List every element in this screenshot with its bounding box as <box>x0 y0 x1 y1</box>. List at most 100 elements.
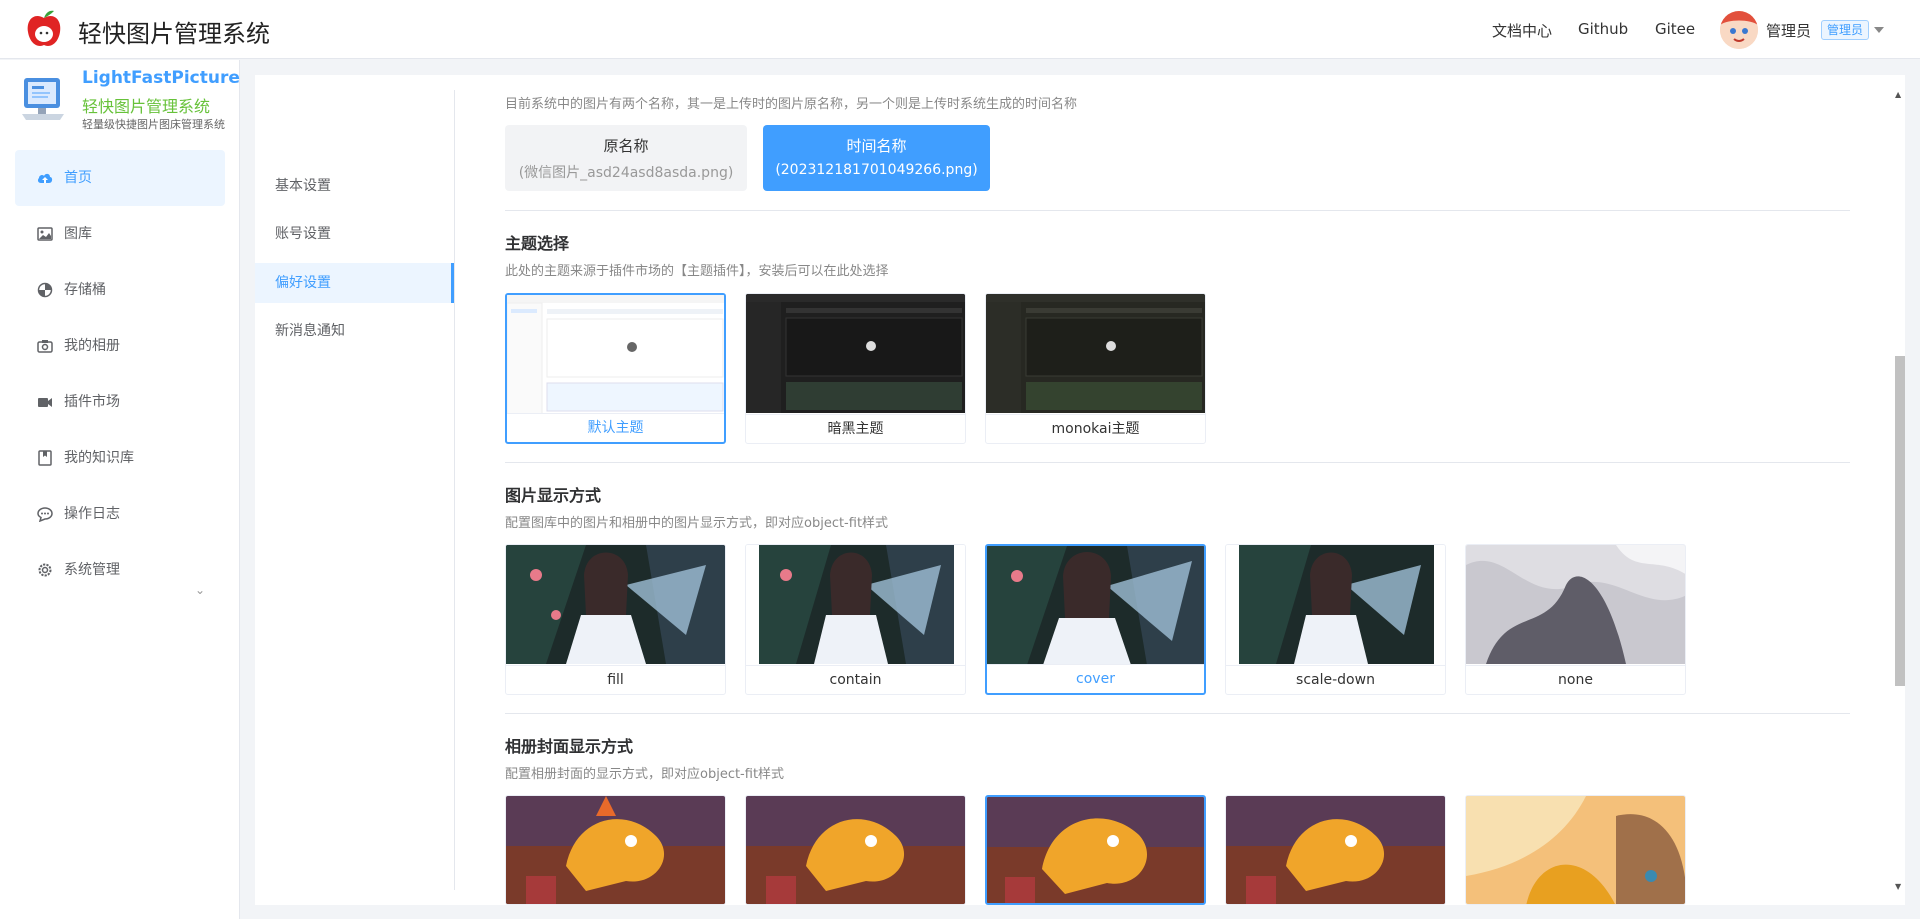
theme-card-monokai[interactable]: monokai主题 <box>985 293 1206 444</box>
dragon-artwork-icon <box>506 796 725 904</box>
theme-label: 默认主题 <box>507 413 724 442</box>
option-sample: (20231218170104926​6.png) <box>775 162 978 178</box>
character-artwork-icon <box>746 545 965 664</box>
sidebar-item-gallery[interactable]: 图库 <box>15 206 225 262</box>
chevron-down-icon: ⌄ <box>195 583 206 597</box>
sidebar-item-logs[interactable]: 操作日志 <box>15 486 225 542</box>
cover-card[interactable] <box>1465 795 1686 905</box>
scroll-down-icon[interactable]: ▼ <box>1895 882 1901 891</box>
content-scrollbar[interactable]: ▲ ▼ <box>1893 90 1905 895</box>
fit-card-scale-down[interactable]: scale-down <box>1225 544 1446 695</box>
gitee-link[interactable]: Gitee <box>1655 20 1695 38</box>
sidebar-item-label: 图库 <box>64 226 92 242</box>
fit-preview-image <box>506 545 725 664</box>
fabric-closeup-icon <box>1466 545 1685 664</box>
dragon-closeup-icon <box>1466 796 1685 904</box>
album-cover-description: 配置相册封面的显示方式，即对应object-fit样式 <box>505 767 785 782</box>
fit-preview-image <box>987 546 1204 665</box>
original-name-option[interactable]: 原名称 (微信图片_asd24asd8asda.png) <box>505 125 747 191</box>
picture-icon <box>37 227 53 241</box>
divider <box>505 210 1850 211</box>
settings-panel: 基本设置 账号设置 偏好设置 新消息通知 目前系统中的图片有两个名称，其一是上传… <box>255 75 1905 905</box>
book-icon <box>38 450 52 466</box>
sidebar-item-label: 系统管理 <box>64 562 120 578</box>
top-header: 轻快图片管理系统 文档中心 Github Gitee 管理员 管理员 <box>0 0 1920 59</box>
theme-card-default[interactable]: 默认主题 <box>505 293 726 444</box>
cover-card[interactable] <box>745 795 966 905</box>
fit-preview-image <box>1466 545 1685 664</box>
cover-card-selected[interactable] <box>985 795 1206 905</box>
github-link[interactable]: Github <box>1578 20 1628 38</box>
sidebar-item-system[interactable]: 系统管理 ⌄ <box>15 542 225 598</box>
theme-label: monokai主题 <box>986 414 1205 443</box>
theme-description: 此处的主题来源于插件市场的【主题插件】，安装后可以在此处选择 <box>505 264 889 279</box>
scroll-up-icon[interactable]: ▲ <box>1895 90 1901 99</box>
subnav-notifications[interactable]: 新消息通知 <box>255 311 454 351</box>
monokai-theme-preview-icon <box>986 294 1205 413</box>
cover-card[interactable] <box>505 795 726 905</box>
theme-label: 暗黑主题 <box>746 414 965 443</box>
light-theme-preview-icon <box>507 295 724 414</box>
album-cover-section-title: 相册封面显示方式 <box>505 737 634 756</box>
fit-label: fill <box>506 665 725 694</box>
user-name[interactable]: 管理员 <box>1766 20 1811 41</box>
image-fit-description: 配置图库中的图片和相册中的图片显示方式，即对应object-fit样式 <box>505 516 889 531</box>
option-title: 时间名称 <box>846 137 907 155</box>
sidebar-item-albums[interactable]: 我的相册 <box>15 318 225 374</box>
dragon-artwork-icon <box>1226 796 1445 904</box>
option-title: 原名称 <box>603 137 649 155</box>
preferences-section: 目前系统中的图片有两个名称，其一是上传时的图片原名称，另一个则是上传时系统生成的… <box>505 75 1855 905</box>
image-fit-section-title: 图片显示方式 <box>505 486 602 505</box>
fit-card-fill[interactable]: fill <box>505 544 726 695</box>
fit-preview-image <box>1226 545 1445 664</box>
divider <box>505 713 1850 714</box>
dragon-artwork-icon <box>987 797 1204 903</box>
fit-card-contain[interactable]: contain <box>745 544 966 695</box>
app-title: 轻快图片管理系统 <box>78 20 270 48</box>
theme-preview-default <box>507 295 724 414</box>
character-artwork-icon <box>1226 545 1445 664</box>
brand-name-en: LightFastPicture <box>82 68 240 88</box>
avatar-face-icon <box>1720 11 1758 49</box>
character-artwork-icon <box>506 545 725 664</box>
camera-icon <box>37 340 53 353</box>
time-name-option[interactable]: 时间名称 (20231218170104926​6.png) <box>763 125 990 191</box>
subnav-account[interactable]: 账号设置 <box>255 214 454 254</box>
sidebar-item-label: 操作日志 <box>64 506 120 522</box>
fit-card-cover[interactable]: cover <box>985 544 1206 695</box>
bucket-icon <box>37 282 53 298</box>
scroll-thumb[interactable] <box>1895 356 1905 686</box>
sidebar-item-label: 插件市场 <box>64 394 120 410</box>
fit-card-none[interactable]: none <box>1465 544 1686 695</box>
caret-down-icon[interactable] <box>1874 27 1884 33</box>
naming-description: 目前系统中的图片有两个名称，其一是上传时的图片原名称，另一个则是上传时系统生成的… <box>505 97 1078 112</box>
sidebar-item-knowledge[interactable]: 我的知识库 <box>15 430 225 486</box>
brand-computer-icon <box>22 78 64 120</box>
fit-label: contain <box>746 665 965 694</box>
main-menu: 首页 图库 存储桶 我的相册 插件市场 我的知识库 操作日志 系统管理 ⌄ <box>15 150 225 598</box>
subnav-basic[interactable]: 基本设置 <box>255 166 454 206</box>
theme-preview-monokai <box>986 294 1205 413</box>
sidebar: LightFastPicture 轻快图片管理系统 轻量级快捷图片图床管理系统 … <box>0 60 240 919</box>
sidebar-item-home[interactable]: 首页 <box>15 150 225 206</box>
docs-link[interactable]: 文档中心 <box>1492 20 1552 41</box>
theme-section-title: 主题选择 <box>505 234 570 253</box>
sidebar-item-bucket[interactable]: 存储桶 <box>15 262 225 318</box>
brand-name-cn: 轻快图片管理系统 <box>82 97 211 116</box>
cover-card[interactable] <box>1225 795 1446 905</box>
subnav-preferences[interactable]: 偏好设置 <box>255 263 454 303</box>
fit-preview-image <box>746 545 965 664</box>
dragon-artwork-icon <box>746 796 965 904</box>
sidebar-item-label: 存储桶 <box>64 282 106 298</box>
sidebar-item-plugins[interactable]: 插件市场 <box>15 374 225 430</box>
dark-theme-preview-icon <box>746 294 965 413</box>
theme-preview-dark <box>746 294 965 413</box>
brand-tagline: 轻量级快捷图片图床管理系统 <box>82 118 225 131</box>
divider <box>505 462 1850 463</box>
theme-card-dark[interactable]: 暗黑主题 <box>745 293 966 444</box>
apple-logo-icon <box>27 10 61 46</box>
avatar[interactable] <box>1720 11 1758 49</box>
fit-label: scale-down <box>1226 665 1445 694</box>
role-badge: 管理员 <box>1821 20 1870 40</box>
sidebar-item-label: 我的相册 <box>64 338 120 354</box>
